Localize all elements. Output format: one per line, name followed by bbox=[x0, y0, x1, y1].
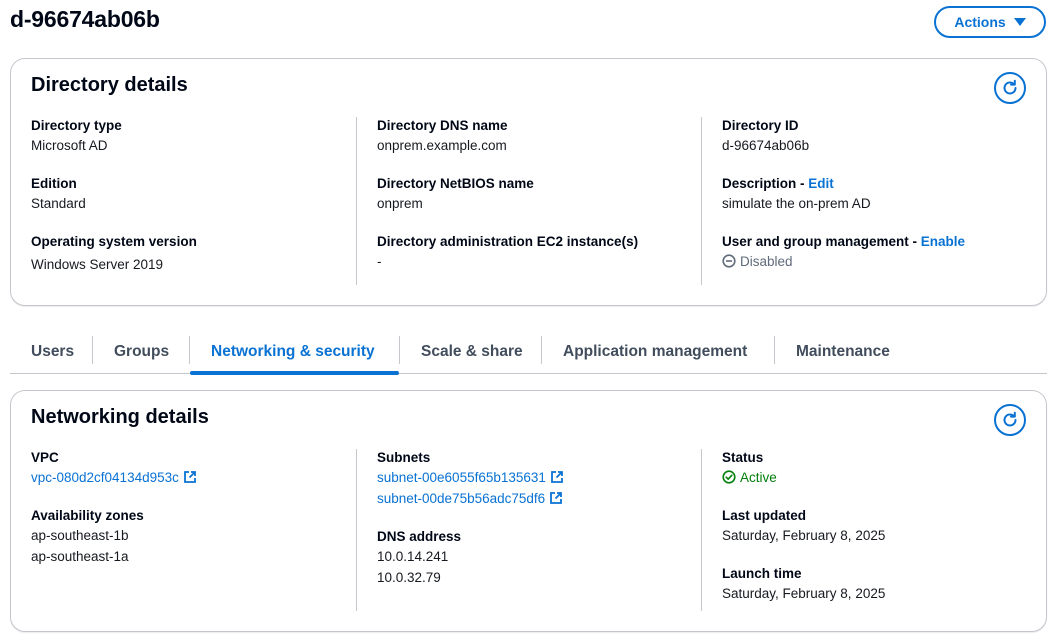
directory-details-refresh-button[interactable] bbox=[994, 72, 1026, 104]
last-updated-field: Last updated Saturday, February 8, 2025 bbox=[722, 507, 1026, 546]
availability-zones-label: Availability zones bbox=[31, 508, 144, 523]
external-link-icon[interactable] bbox=[183, 470, 197, 484]
dns-name-field: Directory DNS name onprem.example.com bbox=[377, 117, 681, 156]
tab-scale-share[interactable]: Scale & share bbox=[400, 330, 544, 373]
netbios-name-field: Directory NetBIOS name onprem bbox=[377, 175, 681, 214]
directory-type-label: Directory type bbox=[31, 118, 122, 133]
refresh-icon bbox=[1003, 411, 1017, 427]
user-group-mgmt-status-text: Disabled bbox=[740, 254, 793, 269]
os-version-value: Windows Server 2019 bbox=[31, 257, 164, 272]
tab-networking-security[interactable]: Networking & security bbox=[190, 330, 399, 375]
admin-instances-value: - bbox=[377, 254, 382, 269]
networking-details-title: Networking details bbox=[31, 406, 209, 428]
user-group-mgmt-label: User and group management - Enable bbox=[722, 233, 1026, 251]
availability-zones-field: Availability zones ap-southeast-1b ap-so… bbox=[31, 507, 336, 567]
tab-application-management[interactable]: Application management bbox=[542, 330, 768, 373]
vpc-field: VPC vpc-080d2cf04134d953c bbox=[31, 449, 336, 488]
actions-button-label: Actions bbox=[954, 14, 1006, 30]
subnet-item: subnet-00e6055f65b135631 bbox=[377, 467, 681, 488]
os-version-field: Operating system version Windows Server … bbox=[31, 233, 336, 275]
status-indicator: Active bbox=[722, 467, 1026, 488]
subnet-item: subnet-00de75b56adc75df6 bbox=[377, 488, 681, 509]
details-column-3: Directory ID d-96674ab06b Description - … bbox=[701, 117, 1026, 285]
status-field: Status Active bbox=[722, 449, 1026, 488]
user-group-mgmt-field: User and group management - Enable Disab… bbox=[722, 233, 1026, 272]
actions-button[interactable]: Actions bbox=[934, 6, 1046, 38]
edition-value: Standard bbox=[31, 196, 86, 211]
description-field: Description - Edit simulate the on-prem … bbox=[722, 175, 1026, 214]
tab-maintenance[interactable]: Maintenance bbox=[775, 330, 911, 373]
last-updated-value: Saturday, February 8, 2025 bbox=[722, 528, 886, 543]
subnets-field: Subnets subnet-00e6055f65b135631 subnet-… bbox=[377, 449, 681, 509]
vpc-link[interactable]: vpc-080d2cf04134d953c bbox=[31, 470, 179, 485]
dns-name-value: onprem.example.com bbox=[377, 138, 507, 153]
vpc-label: VPC bbox=[31, 450, 59, 465]
launch-time-label: Launch time bbox=[722, 566, 802, 581]
network-column-2: Subnets subnet-00e6055f65b135631 subnet-… bbox=[356, 449, 681, 611]
check-circle-icon bbox=[722, 470, 736, 484]
vpc-value: vpc-080d2cf04134d953c bbox=[31, 467, 336, 488]
subnet-link[interactable]: subnet-00e6055f65b135631 bbox=[377, 470, 546, 485]
tab-groups[interactable]: Groups bbox=[93, 330, 190, 373]
netbios-name-value: onprem bbox=[377, 196, 423, 211]
directory-tabs: Users Groups Networking & security Scale… bbox=[10, 330, 1047, 375]
launch-time-value: Saturday, February 8, 2025 bbox=[722, 586, 886, 601]
directory-id-field: Directory ID d-96674ab06b bbox=[722, 117, 1026, 156]
netbios-name-label: Directory NetBIOS name bbox=[377, 176, 534, 191]
availability-zone-item: ap-southeast-1a bbox=[31, 549, 129, 564]
networking-details-panel: Networking details VPC vpc-080d2cf04134d… bbox=[10, 390, 1047, 632]
description-edit-link[interactable]: Edit bbox=[808, 176, 834, 191]
external-link-icon[interactable] bbox=[550, 470, 564, 484]
directory-type-value: Microsoft AD bbox=[31, 138, 108, 153]
launch-time-field: Launch time Saturday, February 8, 2025 bbox=[722, 565, 1026, 604]
os-version-label: Operating system version bbox=[31, 234, 197, 249]
details-column-2: Directory DNS name onprem.example.com Di… bbox=[356, 117, 681, 285]
status-text: Active bbox=[740, 470, 777, 485]
directory-page: d-96674ab06b Actions Directory details D… bbox=[0, 0, 1060, 644]
description-label: Description - Edit bbox=[722, 175, 1026, 193]
directory-id-value: d-96674ab06b bbox=[722, 138, 810, 153]
dns-address-item: 10.0.32.79 bbox=[377, 570, 441, 585]
dns-address-item: 10.0.14.241 bbox=[377, 549, 449, 564]
edition-label: Edition bbox=[31, 176, 77, 191]
page-title: d-96674ab06b bbox=[10, 6, 160, 32]
user-group-mgmt-enable-link[interactable]: Enable bbox=[921, 234, 965, 249]
subnets-label: Subnets bbox=[377, 450, 431, 465]
edition-field: Edition Standard bbox=[31, 175, 336, 214]
description-value: simulate the on-prem AD bbox=[722, 196, 871, 211]
dns-address-label: DNS address bbox=[377, 529, 462, 544]
refresh-icon bbox=[1003, 79, 1017, 95]
status-label: Status bbox=[722, 450, 764, 465]
last-updated-label: Last updated bbox=[722, 508, 807, 523]
admin-instances-label: Directory administration EC2 instance(s) bbox=[377, 234, 639, 249]
availability-zone-item: ap-southeast-1b bbox=[31, 528, 129, 543]
directory-id-label: Directory ID bbox=[722, 118, 799, 133]
caret-down-icon bbox=[1013, 18, 1026, 26]
tab-users[interactable]: Users bbox=[10, 330, 95, 373]
directory-type-field: Directory type Microsoft AD bbox=[31, 117, 336, 156]
admin-instances-field: Directory administration EC2 instance(s)… bbox=[377, 233, 681, 272]
dns-name-label: Directory DNS name bbox=[377, 118, 508, 133]
directory-details-title: Directory details bbox=[31, 74, 188, 96]
description-label-text: Description - bbox=[722, 176, 809, 191]
user-group-mgmt-label-text: User and group management - bbox=[722, 234, 921, 249]
user-group-mgmt-status: Disabled bbox=[722, 251, 1026, 272]
minus-circle-icon bbox=[722, 254, 736, 268]
details-column-1: Directory type Microsoft AD Edition Stan… bbox=[11, 117, 336, 285]
subnet-link[interactable]: subnet-00de75b56adc75df6 bbox=[377, 491, 545, 506]
networking-details-refresh-button[interactable] bbox=[994, 404, 1026, 436]
external-link-icon[interactable] bbox=[549, 491, 563, 505]
dns-address-field: DNS address 10.0.14.241 10.0.32.79 bbox=[377, 528, 681, 588]
network-column-1: VPC vpc-080d2cf04134d953c Availability z… bbox=[11, 449, 336, 611]
network-column-3: Status Active Last updated Saturday, Feb… bbox=[701, 449, 1026, 611]
directory-details-panel: Directory details Directory type Microso… bbox=[10, 58, 1047, 306]
